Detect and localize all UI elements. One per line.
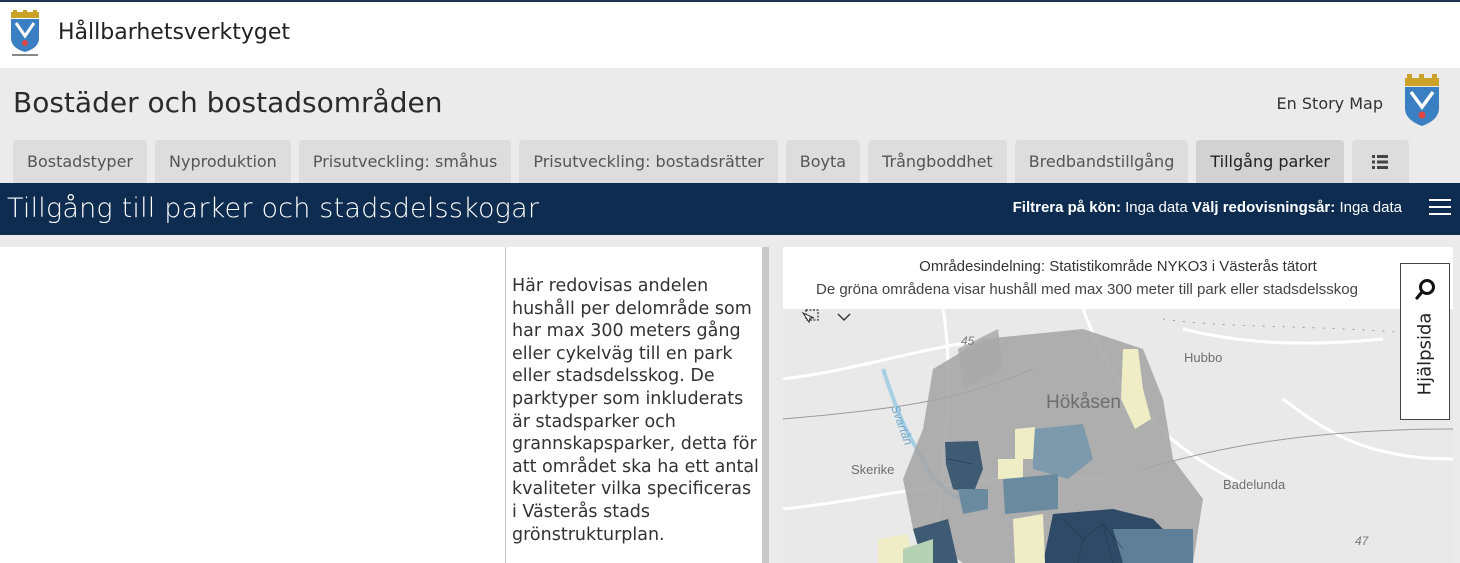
- map-label-badelunda: Badelunda: [1223, 477, 1286, 492]
- story-header: Bostäder och bostadsområden En Story Map…: [0, 68, 1460, 183]
- zone-mid-3: [1003, 474, 1058, 514]
- map-subheading: De gröna områdena visar hushåll med max …: [816, 281, 1358, 298]
- tab-list[interactable]: [1351, 140, 1409, 183]
- map-heading: Områdesindelning: Statistikområde NYKO3 …: [919, 258, 1317, 275]
- tab-boyta[interactable]: Boyta: [785, 140, 861, 183]
- select-tool-icon[interactable]: [801, 309, 819, 325]
- tab-bostadstyper[interactable]: Bostadstyper: [13, 140, 147, 183]
- vasteras-crest-icon[interactable]: [8, 10, 42, 58]
- story-title: Bostäder och bostadsområden: [13, 86, 443, 119]
- app-title: Hållbarhetsverktyget: [58, 20, 291, 45]
- zone-pale-2: [1015, 427, 1035, 459]
- story-map-credit[interactable]: En Story Map: [1277, 94, 1383, 113]
- menu-icon[interactable]: [1428, 195, 1452, 219]
- panel-divider: [505, 247, 506, 563]
- map-label-skerike: Skerike: [851, 462, 894, 477]
- filter-year-label: Välj redovisningsår:: [1191, 199, 1336, 216]
- section-bar: Tillgång till parker och stadsdelsskogar…: [0, 183, 1460, 235]
- list-icon: [1372, 154, 1389, 169]
- magnifier-icon: [1415, 279, 1435, 300]
- map-label-road-45: 45: [961, 334, 975, 348]
- tab-nyproduktion[interactable]: Nyproduktion: [155, 140, 291, 183]
- map-label-svartan: Svartån: [888, 403, 915, 447]
- filters: Filtrera på kön: Inga data Välj redovisn…: [1013, 199, 1402, 216]
- section-title: Tillgång till parker och stadsdelsskogar: [7, 193, 540, 224]
- tab-prisutveckling-smahus[interactable]: Prisutveckling: småhus: [298, 140, 512, 183]
- filter-gender-value[interactable]: Inga data: [1125, 199, 1188, 216]
- app-bar: Hållbarhetsverktyget: [0, 0, 1460, 68]
- tab-prisutveckling-bostadsratter[interactable]: Prisutveckling: bostadsrätter: [519, 140, 778, 183]
- map-label-hokasen: Hökåsen: [1046, 392, 1121, 413]
- help-label: Hjälpsida: [1414, 312, 1436, 396]
- tab-tillgang-parker[interactable]: Tillgång parker: [1196, 140, 1344, 183]
- zone-pale-3: [998, 459, 1023, 479]
- map-panel: Områdesindelning: Statistikområde NYKO3 …: [783, 247, 1453, 563]
- tab-bredbandstillgang[interactable]: Bredbandstillgång: [1014, 140, 1189, 183]
- filter-year-value[interactable]: Inga data: [1339, 199, 1402, 216]
- side-panel: Här redovisas andelen hushåll per delomr…: [0, 247, 762, 563]
- story-tabs: Bostadstyper Nyproduktion Prisutveckling…: [13, 140, 1409, 183]
- map-view[interactable]: 45 Hökåsen Hubbo Skerike Badelunda Svart…: [783, 309, 1453, 563]
- content-area: Här redovisas andelen hushåll per delomr…: [0, 235, 1460, 563]
- map-canvas[interactable]: 45 Hökåsen Hubbo Skerike Badelunda Svart…: [783, 309, 1453, 563]
- chevron-down-icon[interactable]: [835, 309, 853, 325]
- panel-scrollbar[interactable]: [762, 247, 769, 563]
- panel-description: Här redovisas andelen hushåll per delomr…: [512, 276, 759, 545]
- map-label-hubbo: Hubbo: [1184, 350, 1222, 365]
- filter-gender-label: Filtrera på kön:: [1012, 199, 1121, 216]
- map-label-road-47: 47: [1355, 534, 1370, 548]
- vasteras-logo-icon[interactable]: [1402, 74, 1442, 130]
- tab-trangboddhet[interactable]: Trångboddhet: [868, 140, 1007, 183]
- zone-pale-4: [1013, 514, 1045, 563]
- help-tab[interactable]: Hjälpsida: [1400, 263, 1450, 420]
- zone-mid-4: [1113, 529, 1193, 563]
